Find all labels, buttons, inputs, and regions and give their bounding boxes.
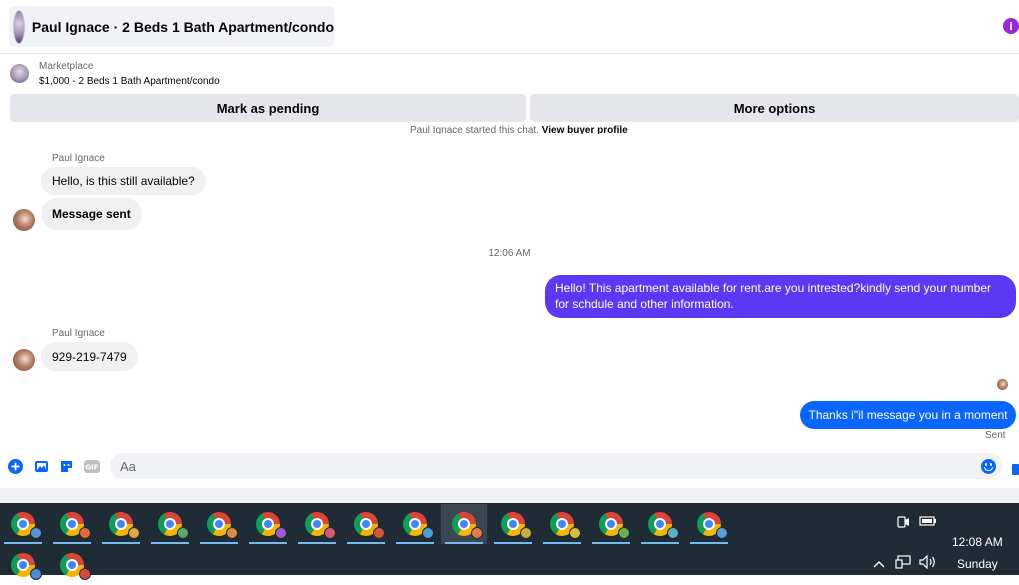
plus-icon[interactable] (8, 459, 23, 474)
profile-badge-icon (471, 527, 483, 539)
listing-avatar (13, 9, 25, 44)
taskbar-app-chrome[interactable] (294, 504, 340, 544)
taskbar-app-chrome[interactable] (147, 504, 193, 544)
taskbar-app-chrome[interactable] (637, 504, 683, 544)
info-icon[interactable]: i (1003, 18, 1019, 34)
outgoing-message: Hello! This apartment available for rent… (545, 275, 1016, 318)
taskbar-app-chrome[interactable] (588, 504, 634, 544)
taskbar (0, 503, 1019, 580)
profile-badge-icon (373, 527, 385, 539)
clock-time[interactable]: 12:08 AM (952, 535, 1003, 549)
gif-icon[interactable]: GIF (84, 459, 100, 474)
profile-badge-icon (422, 527, 434, 539)
meet-now-icon[interactable] (896, 515, 910, 533)
view-buyer-profile-link[interactable]: View buyer profile (542, 125, 628, 134)
taskbar-app-chrome[interactable] (539, 504, 585, 544)
taskbar-app-chrome[interactable] (49, 545, 95, 585)
profile-badge-icon (324, 527, 336, 539)
taskbar-app-chrome[interactable] (686, 504, 732, 544)
volume-icon[interactable] (919, 554, 937, 573)
svg-text:GIF: GIF (85, 464, 98, 472)
taskbar-app-chrome[interactable] (490, 504, 536, 544)
profile-badge-icon (226, 527, 238, 539)
sender-avatar[interactable] (13, 209, 35, 231)
sender-avatar[interactable] (13, 349, 35, 371)
message-input[interactable] (110, 453, 1002, 479)
incoming-message: Hello, is this still available? (41, 167, 206, 195)
taskbar-app-chrome[interactable] (343, 504, 389, 544)
outgoing-message-line: for schdule and other information. (555, 297, 734, 311)
chat-header: Paul Ignace · 2 Beds 1 Bath Apartment/co… (0, 0, 1019, 54)
listing-price-title[interactable]: $1,000 - 2 Beds 1 Bath Apartment/condo (39, 76, 220, 87)
marketplace-listing-card: Marketplace $1,000 - 2 Beds 1 Bath Apart… (0, 54, 1019, 132)
photo-icon[interactable] (34, 459, 49, 474)
incoming-message: Message sent (41, 198, 142, 230)
taskbar-app-chrome[interactable] (245, 504, 291, 544)
profile-badge-icon (667, 527, 679, 539)
sent-status: Sent (985, 430, 1006, 441)
taskbar-app-chrome[interactable] (392, 504, 438, 544)
profile-badge-icon (520, 527, 532, 539)
sender-name: Paul Ignace (52, 153, 105, 164)
outgoing-message-line: Hello! This apartment available for rent… (555, 281, 992, 295)
sender-name: Paul Ignace (52, 328, 105, 339)
outgoing-message: Thanks i"il message you in a moment (800, 401, 1016, 429)
emoji-icon[interactable] (981, 459, 996, 474)
profile-badge-icon (79, 568, 91, 580)
clock-day[interactable]: Sunday (957, 557, 998, 571)
profile-badge-icon (30, 527, 42, 539)
more-options-button[interactable]: More options (530, 94, 1019, 122)
profile-badge-icon (30, 568, 42, 580)
network-icon[interactable] (895, 555, 911, 573)
taskbar-app-chrome[interactable] (0, 504, 46, 544)
profile-badge-icon (716, 527, 728, 539)
chat-started-text: Paul Ignace started this chat. (410, 125, 539, 134)
read-receipt-avatar (997, 379, 1008, 390)
profile-badge-icon (275, 527, 287, 539)
window-bottom-edge (0, 488, 1019, 503)
profile-badge-icon (177, 527, 189, 539)
battery-icon[interactable] (919, 515, 937, 531)
profile-badge-icon (128, 527, 140, 539)
taskbar-app-chrome[interactable] (196, 504, 242, 544)
chevron-up-icon[interactable] (873, 557, 885, 572)
incoming-message: 929-219-7479 (41, 342, 138, 371)
listing-thumbnail[interactable] (10, 64, 29, 83)
conversation-title: Paul Ignace · 2 Beds 1 Bath Apartment/co… (31, 18, 334, 35)
mark-as-pending-button[interactable]: Mark as pending (10, 94, 526, 122)
message-timestamp: 12:06 AM (488, 248, 531, 259)
listing-category: Marketplace (39, 61, 94, 72)
profile-badge-icon (618, 527, 630, 539)
sticker-icon[interactable] (59, 459, 74, 474)
taskbar-app-chrome[interactable] (0, 545, 46, 585)
message-composer: GIF (0, 452, 1019, 482)
conversation-title-button[interactable]: Paul Ignace · 2 Beds 1 Bath Apartment/co… (9, 6, 334, 47)
taskbar-app-chrome[interactable] (49, 504, 95, 544)
chat-started-notice: Paul Ignace started this chat. View buye… (410, 125, 628, 134)
taskbar-app-chrome[interactable] (441, 504, 487, 544)
taskbar-app-chrome[interactable] (98, 504, 144, 544)
like-icon[interactable] (1012, 464, 1019, 475)
messenger-chat-window: Paul Ignace · 2 Beds 1 Bath Apartment/co… (0, 0, 1019, 503)
profile-badge-icon (569, 527, 581, 539)
profile-badge-icon (79, 527, 91, 539)
